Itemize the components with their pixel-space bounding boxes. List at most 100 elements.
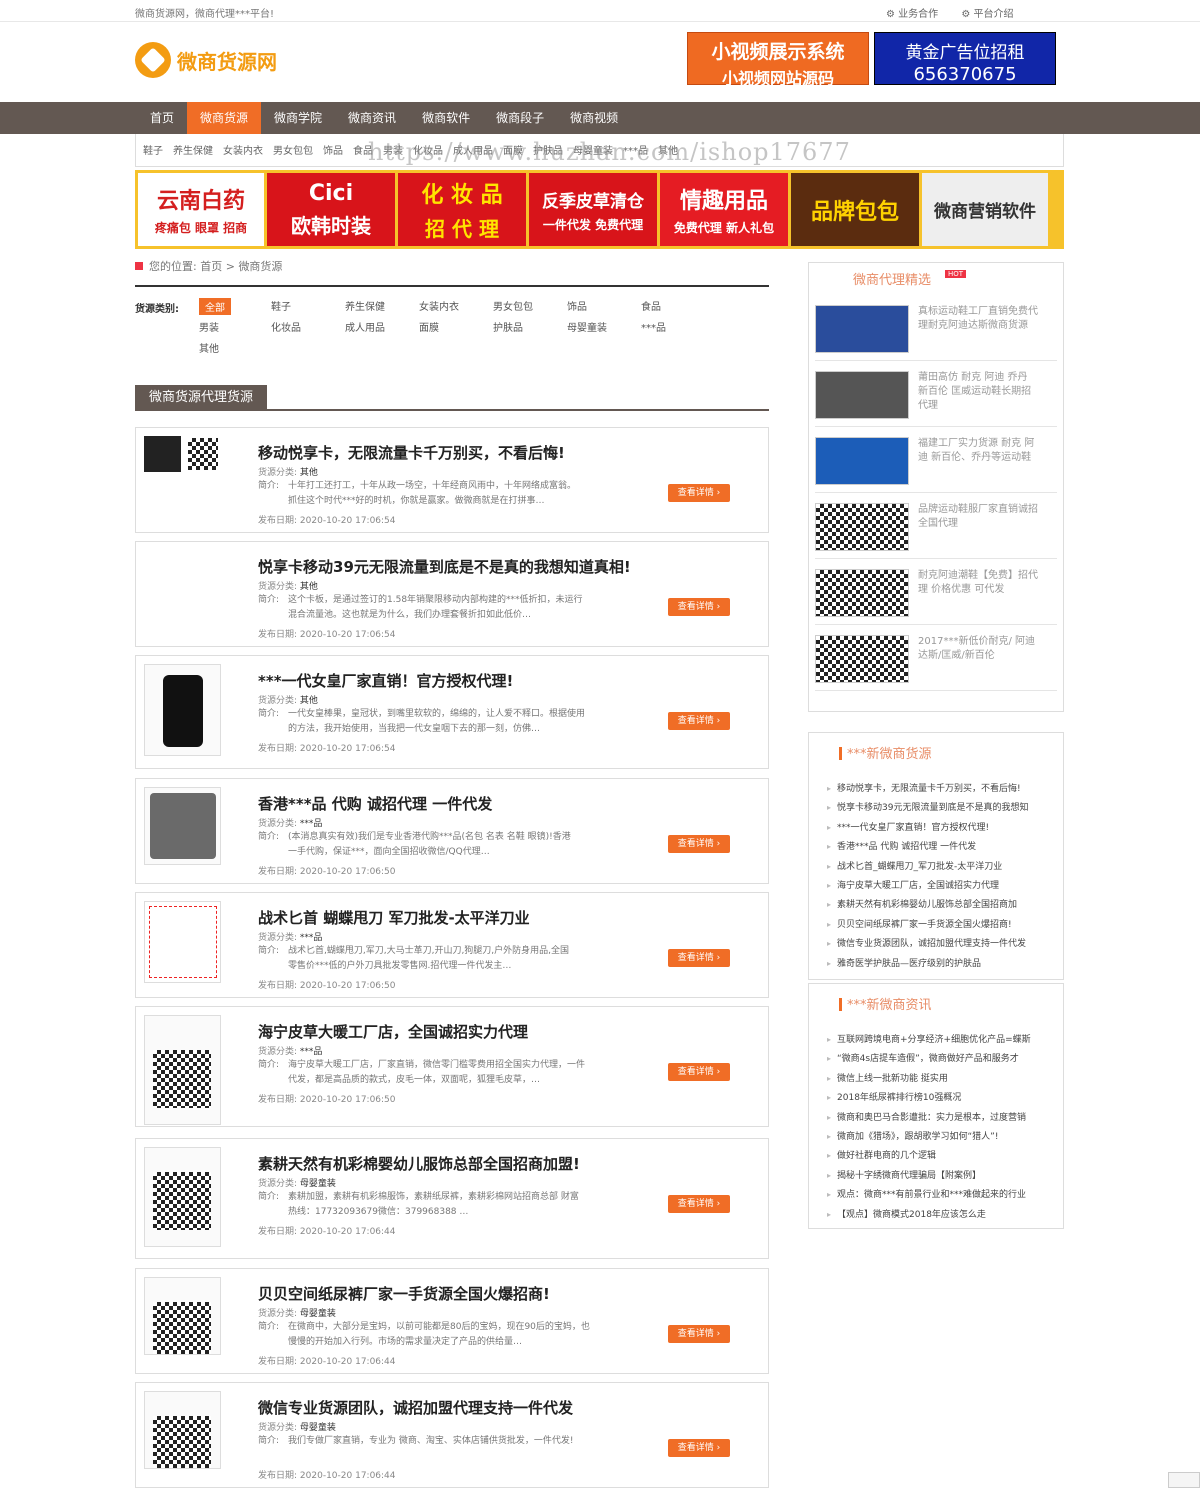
view-detail-button[interactable]: 查看详情 ›	[668, 484, 730, 502]
news-item[interactable]: “微商4s店提车造假”，微商做好产品和服务才	[827, 1051, 1031, 1070]
ad-rent-banner[interactable]: 黄金广告位招租 656370675	[874, 32, 1056, 85]
news-item[interactable]: 【观点】微商模式2018年应该怎么走	[827, 1207, 1031, 1226]
ad-banner[interactable]: 反季皮草清仓 一件代发 免费代理	[529, 173, 657, 246]
nav-item[interactable]: 微商段子	[483, 102, 557, 134]
scroll-corner[interactable]	[1168, 1472, 1200, 1488]
view-detail-button[interactable]: 查看详情 ›	[668, 835, 730, 853]
nav-item[interactable]: 微商学院	[261, 102, 335, 134]
subnav-item[interactable]: 鞋子	[143, 146, 163, 157]
view-detail-button[interactable]: 查看详情 ›	[668, 1195, 730, 1213]
listing-title[interactable]: 素耕天然有机彩棉婴幼儿服饰总部全国招商加盟!	[258, 1153, 580, 1174]
listing-thumbnail[interactable]	[144, 550, 221, 642]
platform-intro-link[interactable]: ⚙ 平台介绍	[961, 9, 1023, 20]
ad-banner[interactable]: 化 妆 品招 代 理	[398, 173, 526, 246]
new-goods-item[interactable]: 海宁皮草大暖工厂店，全国诚招实力代理	[827, 878, 1028, 897]
breadcrumb-current[interactable]: 微商货源	[238, 260, 282, 273]
ad-banner[interactable]: 云南白药 疼痛包 眼罩 招商	[138, 173, 264, 246]
pick-text[interactable]: 真标运动鞋工厂直销免费代理耐克阿迪达斯微商货源	[918, 305, 1038, 333]
view-detail-button[interactable]: 查看详情 ›	[668, 1325, 730, 1343]
category-item[interactable]: 女装内衣	[419, 298, 459, 313]
pick-image[interactable]	[815, 635, 909, 683]
pick-text[interactable]: 耐克阿迪潮鞋【免费】招代理 价格优惠 可代发	[918, 569, 1038, 597]
pick-item[interactable]: 福建工厂实力货源 耐克 阿迪 新百伦、乔丹等运动鞋	[815, 431, 1057, 493]
new-goods-item[interactable]: 战术匕首_蝴蝶甩刀_军刀批发-太平洋刀业	[827, 859, 1028, 878]
category-item[interactable]: 食品	[641, 298, 661, 313]
category-item[interactable]: 其他	[199, 340, 219, 355]
site-logo[interactable]: 微商货源网	[135, 42, 277, 78]
pick-text[interactable]: 福建工厂实力货源 耐克 阿迪 新百伦、乔丹等运动鞋	[918, 437, 1038, 465]
category-item[interactable]: 鞋子	[271, 298, 291, 313]
category-item[interactable]: 全部	[199, 298, 231, 315]
nav-item[interactable]: 微商货源	[187, 102, 262, 134]
category-item[interactable]: 面膜	[419, 319, 439, 334]
ad-banner[interactable]: 微商营销软件	[922, 173, 1048, 246]
listing-thumbnail[interactable]	[144, 901, 221, 983]
pick-image[interactable]	[815, 371, 909, 419]
view-detail-button[interactable]: 查看详情 ›	[668, 1439, 730, 1457]
category-item[interactable]: 护肤品	[493, 319, 523, 334]
subnav-item[interactable]: 女装内衣	[223, 146, 263, 157]
listing-thumbnail[interactable]	[144, 787, 221, 865]
subnav-item[interactable]: 男女包包	[273, 146, 313, 157]
nav-item[interactable]: 首页	[137, 102, 187, 134]
view-detail-button[interactable]: 查看详情 ›	[668, 598, 730, 616]
pick-item[interactable]: 耐克阿迪潮鞋【免费】招代理 价格优惠 可代发	[815, 563, 1057, 625]
listing-thumbnail[interactable]	[144, 1147, 221, 1247]
news-item[interactable]: 观点：微商***有前景行业和***难做起来的行业	[827, 1187, 1031, 1206]
new-goods-item[interactable]: 微信专业货源团队，诚招加盟代理支持一件代发	[827, 936, 1028, 955]
new-goods-item[interactable]: 香港***品 代购 诚招代理 一件代发	[827, 839, 1028, 858]
breadcrumb-home[interactable]: 首页	[200, 260, 222, 273]
news-item[interactable]: 互联网跨境电商+分享经济+细胞优化产品=蝶斯	[827, 1032, 1031, 1051]
video-system-banner[interactable]: 小视频展示系统 小视频网站源码	[687, 32, 869, 88]
listing-thumbnail[interactable]	[144, 664, 221, 756]
pick-item[interactable]: 品牌运动鞋服厂家直销诚招全国代理	[815, 497, 1057, 559]
subnav-item[interactable]: 饰品	[323, 146, 343, 157]
pick-image[interactable]	[815, 305, 909, 353]
category-item[interactable]: 饰品	[567, 298, 587, 313]
new-goods-item[interactable]: 悦享卡移动39元无限流量到底是不是真的我想知	[827, 800, 1028, 819]
listing-thumbnail[interactable]	[144, 1277, 221, 1355]
ad-banner[interactable]: Cici 欧韩时装	[267, 173, 395, 246]
listing-title[interactable]: 微信专业货源团队，诚招加盟代理支持一件代发	[258, 1397, 573, 1418]
new-goods-item[interactable]: 雅奇医学护肤品—医疗级别的护肤品	[827, 956, 1028, 975]
category-item[interactable]: 母婴童装	[567, 319, 607, 334]
news-item[interactable]: 揭秘十字绣微商代理骗局【附案例】	[827, 1168, 1031, 1187]
listing-title[interactable]: 贝贝空间纸尿裤厂家一手货源全国火爆招商!	[258, 1283, 550, 1304]
pick-image[interactable]	[815, 437, 909, 485]
listing-thumbnail[interactable]	[144, 1015, 221, 1125]
new-goods-item[interactable]: 贝贝空间纸尿裤厂家一手货源全国火爆招商!	[827, 917, 1028, 936]
view-detail-button[interactable]: 查看详情 ›	[668, 1063, 730, 1081]
listing-title[interactable]: 悦享卡移动39元无限流量到底是不是真的我想知道真相!	[258, 556, 631, 577]
category-item[interactable]: 化妆品	[271, 319, 301, 334]
nav-item[interactable]: 微商视频	[557, 102, 631, 134]
new-goods-item[interactable]: 移动悦享卡，无限流量卡千万别买，不看后悔!	[827, 781, 1028, 800]
category-item[interactable]: ***品	[641, 319, 666, 334]
pick-text[interactable]: 莆田高仿 耐克 阿迪 乔丹 新百伦 匡威运动鞋长期招代理	[918, 371, 1038, 413]
pick-image[interactable]	[815, 569, 909, 617]
pick-text[interactable]: 2017***新低价耐克/ 阿迪达斯/匡威/新百伦	[918, 635, 1038, 663]
news-item[interactable]: 2018年纸尿裤排行榜10强概况	[827, 1090, 1031, 1109]
pick-text[interactable]: 品牌运动鞋服厂家直销诚招全国代理	[918, 503, 1038, 531]
business-link[interactable]: ⚙ 业务合作	[886, 9, 948, 20]
listing-title[interactable]: 香港***品 代购 诚招代理 一件代发	[258, 793, 492, 814]
category-item[interactable]: 男女包包	[493, 298, 533, 313]
pick-item[interactable]: 莆田高仿 耐克 阿迪 乔丹 新百伦 匡威运动鞋长期招代理	[815, 365, 1057, 427]
view-detail-button[interactable]: 查看详情 ›	[668, 712, 730, 730]
news-item[interactable]: 微信上线一批新功能 挺实用	[827, 1071, 1031, 1090]
news-item[interactable]: 微商和奥巴马合影遭批：实力是根本，过度营销	[827, 1110, 1031, 1129]
category-item[interactable]: 养生保健	[345, 298, 385, 313]
listing-title[interactable]: 海宁皮草大暖工厂店，全国诚招实力代理	[258, 1021, 528, 1042]
listing-title[interactable]: ***一代女皇厂家直销！官方授权代理!	[258, 670, 513, 691]
subnav-item[interactable]: 养生保健	[173, 146, 213, 157]
new-goods-item[interactable]: ***一代女皇厂家直销！官方授权代理!	[827, 820, 1028, 839]
listing-thumbnail[interactable]	[144, 1391, 221, 1469]
nav-item[interactable]: 微商软件	[409, 102, 483, 134]
pick-item[interactable]: 2017***新低价耐克/ 阿迪达斯/匡威/新百伦	[815, 629, 1057, 691]
news-item[interactable]: 微商加《猎场》，跟胡歌学习如何“猎人”!	[827, 1129, 1031, 1148]
nav-item[interactable]: 微商资讯	[335, 102, 409, 134]
view-detail-button[interactable]: 查看详情 ›	[668, 949, 730, 967]
listing-title[interactable]: 移动悦享卡，无限流量卡千万别买，不看后悔!	[258, 442, 565, 463]
listing-thumbnail[interactable]	[144, 436, 221, 476]
new-goods-item[interactable]: 素耕天然有机彩棉婴幼儿服饰总部全国招商加	[827, 897, 1028, 916]
pick-item[interactable]: 真标运动鞋工厂直销免费代理耐克阿迪达斯微商货源	[815, 299, 1057, 361]
